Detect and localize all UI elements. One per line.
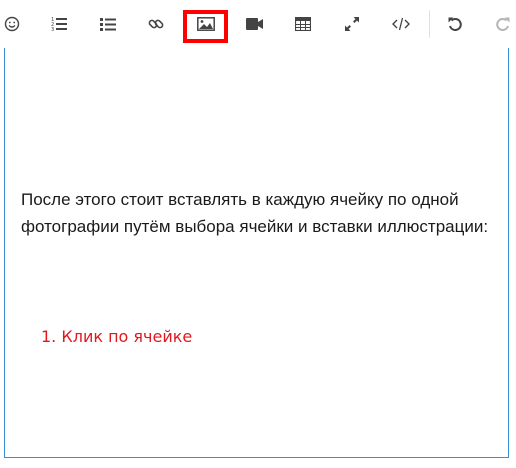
table-button[interactable] <box>285 6 321 42</box>
link-icon <box>148 16 164 32</box>
undo-icon <box>447 16 463 32</box>
emoji-button[interactable] <box>0 6 30 42</box>
image-button-highlight <box>183 10 228 43</box>
link-button[interactable] <box>138 6 174 42</box>
editor-content-area[interactable]: После этого стоит вставлять в каждую яче… <box>4 48 509 458</box>
toolbar-separator <box>429 10 430 38</box>
emoji-icon <box>4 16 20 32</box>
undo-button[interactable] <box>437 6 473 42</box>
numbered-list-icon: 1 2 3 <box>51 16 67 32</box>
bullet-list-button[interactable] <box>90 6 126 42</box>
numbered-list-button[interactable]: 1 2 3 <box>41 6 77 42</box>
bullet-list-icon <box>100 17 116 31</box>
video-button[interactable] <box>237 6 273 42</box>
editor-paragraph[interactable]: После этого стоит вставлять в каждую яче… <box>21 186 491 240</box>
code-button[interactable] <box>383 6 419 42</box>
redo-icon <box>495 16 511 32</box>
table-icon <box>295 17 311 31</box>
editor-toolbar: 1 2 3 <box>0 0 516 48</box>
annotation-click-cell: 1. Клик по ячейке <box>41 327 193 346</box>
fullscreen-button[interactable] <box>334 6 370 42</box>
svg-text:3: 3 <box>51 27 54 32</box>
redo-button[interactable] <box>485 6 516 42</box>
fullscreen-icon <box>344 16 360 32</box>
video-icon <box>246 17 264 31</box>
code-icon <box>392 17 410 31</box>
